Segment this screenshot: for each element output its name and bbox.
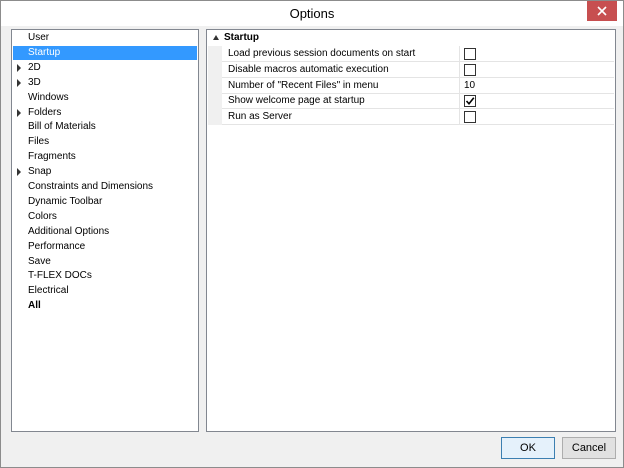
property-checkbox[interactable] [464, 63, 476, 76]
sidebar-item-label: Constraints and Dimensions [28, 181, 154, 192]
sidebar-item-label: Electrical [28, 285, 69, 297]
row-gutter [208, 46, 222, 62]
sidebar-item-label: Performance [28, 240, 86, 252]
property-row-run-as-server: Run as Server [208, 109, 614, 126]
cancel-button[interactable]: Cancel [562, 437, 616, 459]
sidebar-item-folders[interactable]: Folders [13, 106, 197, 120]
sidebar-item-save[interactable]: Save [13, 255, 197, 269]
property-checkbox[interactable] [464, 111, 476, 124]
sidebar-item-label: All [28, 300, 41, 312]
sidebar-item-bill-of-materials[interactable]: Bill of Materials [13, 120, 197, 134]
sidebar-item-label: Folders [28, 106, 62, 118]
sidebar-item-electrical[interactable]: Electrical [13, 284, 197, 298]
sidebar-item-label: Bill of Materials [28, 121, 96, 133]
property-grid: Startup Load previous session documents … [206, 29, 616, 432]
sidebar-item-user[interactable]: User [13, 31, 197, 45]
sidebar-item-all[interactable]: All [13, 299, 197, 313]
column-separator [459, 77, 460, 93]
column-separator [459, 46, 460, 61]
sidebar-item-label: Fragments [28, 151, 76, 163]
row-gutter [208, 77, 222, 94]
sidebar-item-2d[interactable]: 2D [13, 61, 197, 75]
expand-arrow-icon[interactable] [17, 108, 21, 117]
group-title: Startup [224, 32, 259, 43]
sidebar-item-label: Save [28, 255, 51, 267]
sidebar-item-snap[interactable]: Snap [13, 165, 197, 179]
sidebar-item-colors[interactable]: Colors [13, 210, 197, 224]
sidebar-item-label: 3D [28, 76, 41, 88]
expand-arrow-icon[interactable] [17, 78, 21, 87]
property-name: Number of "Recent Files" in menu [228, 79, 379, 91]
window-title: Options [289, 6, 335, 21]
options-dialog: Options User Startup 2D 3D Windows Folders Bil… [0, 0, 624, 468]
sidebar-item-windows[interactable]: Windows [13, 91, 197, 105]
sidebar-item-performance[interactable]: Performance [13, 240, 197, 254]
property-checkbox[interactable] [464, 48, 476, 60]
property-row-load-previous-session-documents-on-start: Load previous session documents on start [208, 46, 614, 62]
sidebar-item-files[interactable]: Files [13, 135, 197, 149]
sidebar-item-label: Windows [28, 91, 69, 103]
row-gutter [208, 109, 222, 126]
expand-arrow-icon[interactable] [17, 168, 21, 177]
property-name: Disable macros automatic execution [228, 63, 389, 75]
property-row-disable-macros-automatic-execution: Disable macros automatic execution [208, 61, 614, 78]
sidebar-item-t-flex-docs[interactable]: T-FLEX DOCs [13, 269, 197, 283]
property-checkbox[interactable] [464, 95, 476, 108]
title-bar[interactable]: Options [1, 1, 623, 26]
sidebar-item-label: Files [28, 136, 50, 148]
sidebar-item-label: Snap [28, 166, 52, 178]
property-row-show-welcome-page-at-startup: Show welcome page at startup [208, 93, 614, 110]
sidebar-item-constraints-and-dimensions[interactable]: Constraints and Dimensions [13, 180, 197, 194]
collapse-icon[interactable] [213, 35, 219, 40]
column-separator [459, 93, 460, 109]
ok-button[interactable]: OK [501, 437, 555, 459]
property-row-number-of-recent-files-in-menu: Number of "Recent Files" in menu 10 [208, 77, 614, 94]
checkmark-icon [465, 97, 475, 106]
property-name: Load previous session documents on start [228, 48, 416, 59]
sidebar-item-label: T-FLEX DOCs [28, 270, 92, 282]
sidebar-item-3d[interactable]: 3D [13, 76, 197, 90]
options-category-tree[interactable]: User Startup 2D 3D Windows Folders Bill of Mat… [11, 29, 199, 432]
group-header-startup[interactable]: Startup [208, 31, 614, 45]
sidebar-item-dynamic-toolbar[interactable]: Dynamic Toolbar [13, 195, 197, 209]
expand-arrow-icon[interactable] [17, 63, 21, 72]
close-icon [597, 6, 607, 16]
sidebar-item-startup[interactable]: Startup [13, 45, 197, 60]
property-value-input[interactable]: 10 [464, 79, 475, 93]
sidebar-item-label: Additional Options [28, 225, 110, 237]
sidebar-item-additional-options[interactable]: Additional Options [13, 225, 197, 239]
column-separator [459, 109, 460, 125]
property-name: Show welcome page at startup [228, 95, 365, 107]
column-separator [459, 61, 460, 77]
sidebar-item-fragments[interactable]: Fragments [13, 150, 197, 164]
sidebar-item-label: Dynamic Toolbar [28, 195, 103, 207]
sidebar-item-label: Colors [28, 210, 57, 222]
close-button[interactable] [587, 1, 617, 21]
row-gutter [208, 93, 222, 110]
property-name: Run as Server [228, 111, 292, 123]
sidebar-item-label: User [28, 32, 50, 43]
sidebar-item-label: Startup [28, 46, 61, 58]
sidebar-item-label: 2D [28, 61, 41, 73]
row-gutter [208, 61, 222, 78]
